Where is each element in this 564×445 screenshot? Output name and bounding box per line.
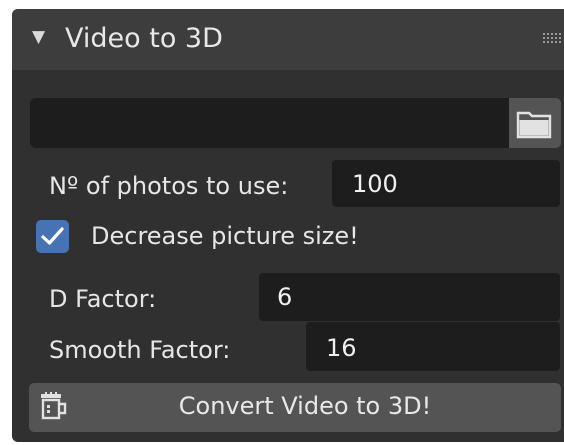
drag-grip-icon[interactable] xyxy=(542,32,564,44)
browse-file-button[interactable] xyxy=(509,98,561,148)
d-factor-field[interactable]: 6 xyxy=(259,273,560,321)
checkmark-icon xyxy=(41,227,64,245)
triangle-down-icon[interactable]: ▼ xyxy=(32,27,45,47)
panel-header[interactable]: ▼ Video to 3D xyxy=(12,9,564,70)
panel-title: Video to 3D xyxy=(65,23,223,54)
folder-icon xyxy=(516,111,552,139)
smooth-factor-field[interactable]: 16 xyxy=(306,322,560,371)
video-to-3d-panel: ▼ Video to 3D Nº of photos to use: 100 D… xyxy=(12,9,564,442)
smooth-factor-value: 16 xyxy=(326,334,357,362)
photos-count-value: 100 xyxy=(352,170,398,198)
convert-video-button[interactable]: Convert Video to 3D! xyxy=(29,383,561,432)
decrease-size-label[interactable]: Decrease picture size! xyxy=(91,222,359,250)
decrease-size-checkbox[interactable] xyxy=(36,220,69,253)
photos-count-field[interactable]: 100 xyxy=(332,160,560,207)
smooth-factor-label: Smooth Factor: xyxy=(49,336,231,364)
convert-button-label: Convert Video to 3D! xyxy=(178,392,432,420)
video-file-path-input[interactable] xyxy=(30,98,509,148)
photos-count-label: Nº of photos to use: xyxy=(49,172,289,200)
d-factor-label: D Factor: xyxy=(49,285,157,313)
d-factor-value: 6 xyxy=(277,283,293,311)
